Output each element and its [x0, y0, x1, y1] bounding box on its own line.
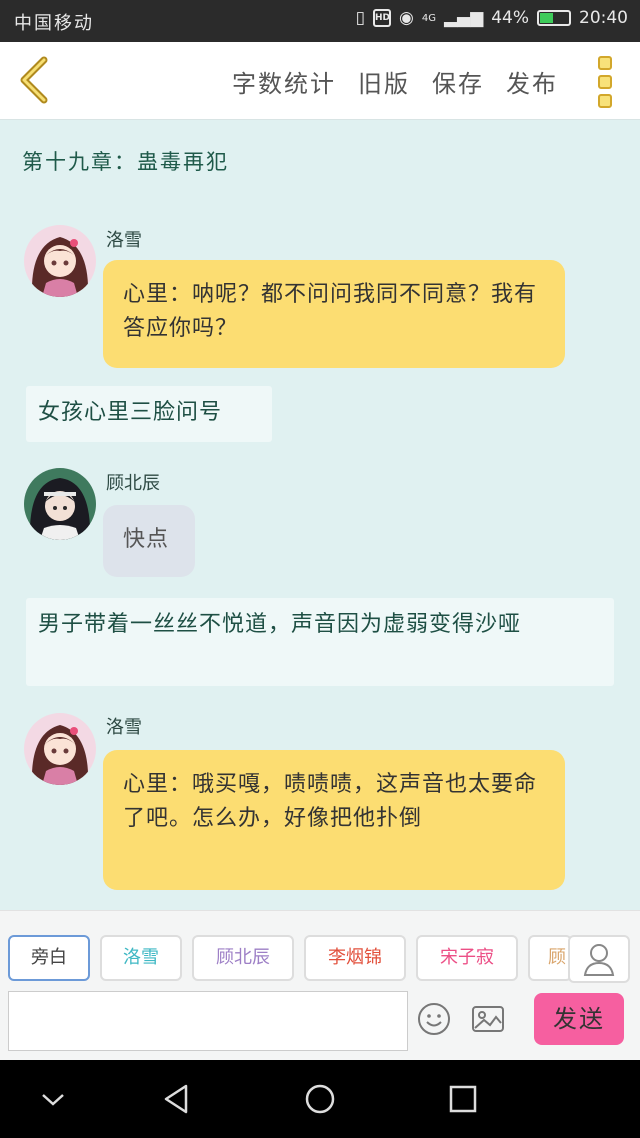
system-nav-bar [0, 1060, 640, 1138]
message-bubble[interactable]: 快点 [103, 505, 195, 577]
send-button[interactable]: 发送 [534, 993, 624, 1045]
smiley-icon [418, 1003, 450, 1035]
more-dot-icon [598, 56, 612, 70]
message-bubble[interactable]: 心里：呐呢？都不问问我同不同意？我有答应你吗？ [103, 260, 565, 368]
add-character-button[interactable] [568, 935, 630, 983]
carrier-label: 中国移动 [14, 13, 94, 34]
avatar-gubeichen[interactable] [24, 468, 96, 540]
composer-panel: 旁白 洛雪 顾北辰 李烟锦 宋子寂 顾 发送 [0, 910, 640, 1061]
toolbar-actions: 字数统计 旧版 保存 发布 [232, 64, 558, 99]
hd-icon: HD [373, 9, 391, 27]
girl-avatar-icon [24, 713, 96, 785]
boy-avatar-icon [24, 468, 96, 540]
character-chip[interactable]: 宋子寂 [416, 935, 518, 981]
nav-home-button[interactable] [303, 1082, 337, 1116]
girl-avatar-icon [24, 225, 96, 297]
image-icon [472, 1006, 504, 1032]
recents-square-icon [449, 1085, 477, 1113]
chapter-title: 第十九章：蛊毒再犯 [22, 150, 229, 174]
message-input[interactable] [8, 991, 408, 1051]
home-circle-icon [305, 1084, 335, 1114]
speaker-name: 洛雪 [106, 230, 142, 251]
nav-collapse-button[interactable] [36, 1082, 70, 1116]
clock: 20:40 [579, 8, 628, 28]
character-chip[interactable]: 顾 [528, 935, 572, 981]
status-bar: 中国移动 ▯ HD ◉ 4G ▂▄▆ 44% 20:40 [0, 0, 640, 42]
more-menu-button[interactable] [598, 56, 614, 108]
status-icons: ▯ HD ◉ 4G ▂▄▆ 44% 20:40 [356, 8, 628, 28]
message-bubble[interactable]: 心里：哦买嘎，啧啧啧，这声音也太要命了吧。怎么办，好像把他扑倒 [103, 750, 565, 890]
narration-block[interactable]: 女孩心里三脸问号 [26, 386, 272, 442]
vibrate-icon: ▯ [355, 8, 365, 28]
app-toolbar: 字数统计 旧版 保存 发布 [0, 42, 640, 120]
character-chip[interactable]: 顾北辰 [192, 935, 294, 981]
battery-icon [537, 10, 571, 26]
eye-icon: ◉ [399, 8, 414, 28]
narration-block[interactable]: 男子带着一丝丝不悦道，声音因为虚弱变得沙哑 [26, 598, 614, 686]
word-count-button[interactable]: 字数统计 [232, 64, 336, 99]
speaker-name: 顾北辰 [106, 473, 160, 494]
signal-icon: ▂▄▆ [443, 8, 484, 28]
more-dot-icon [598, 94, 612, 108]
character-chip[interactable]: 洛雪 [100, 935, 182, 981]
old-version-button[interactable]: 旧版 [358, 64, 410, 99]
avatar-luoxue[interactable] [24, 225, 96, 297]
back-triangle-icon [164, 1084, 188, 1114]
character-chip-narrator[interactable]: 旁白 [8, 935, 90, 981]
chevron-down-icon [42, 1094, 64, 1106]
emoji-button[interactable] [416, 1001, 452, 1037]
publish-button[interactable]: 发布 [506, 64, 558, 99]
back-button[interactable] [14, 56, 58, 104]
save-button[interactable]: 保存 [432, 64, 484, 99]
nav-back-button[interactable] [160, 1082, 194, 1116]
avatar-luoxue[interactable] [24, 713, 96, 785]
user-icon [583, 944, 615, 976]
nav-recents-button[interactable] [446, 1082, 480, 1116]
more-dot-icon [598, 75, 612, 89]
speaker-name: 洛雪 [106, 717, 142, 738]
battery-percent: 44% [491, 8, 529, 28]
image-button[interactable] [470, 1001, 506, 1037]
chevron-left-icon [20, 56, 48, 104]
network-label: 4G [421, 12, 436, 24]
character-chip[interactable]: 李烟锦 [304, 935, 406, 981]
character-selector: 旁白 洛雪 顾北辰 李烟锦 宋子寂 顾 [8, 935, 572, 981]
